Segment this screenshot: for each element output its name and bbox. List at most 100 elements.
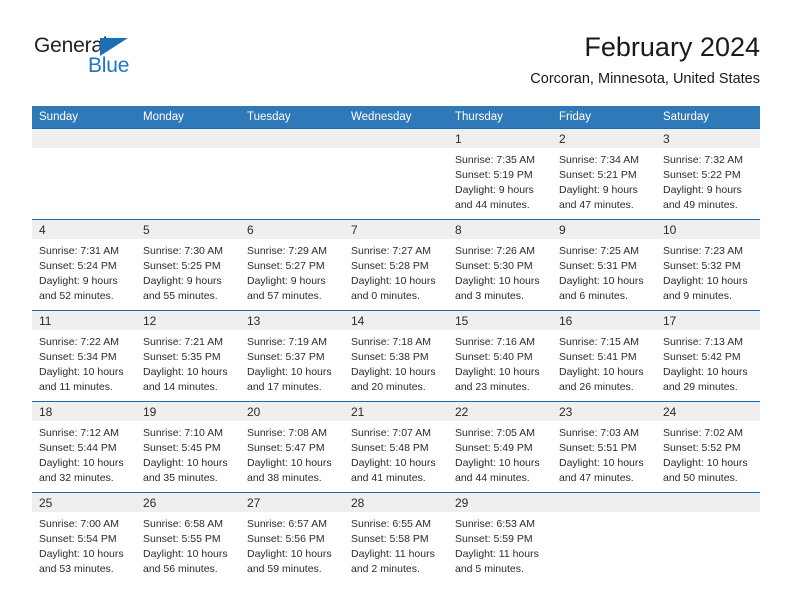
day-info-line: Sunrise: 7:10 AM bbox=[143, 427, 223, 439]
day-info-line: Sunset: 5:31 PM bbox=[559, 260, 637, 272]
day-number: 15 bbox=[448, 311, 552, 330]
day-info-line: Sunrise: 7:05 AM bbox=[455, 427, 535, 439]
calendar-day-cell[interactable]: 16 Sunrise: 7:15 AM Sunset: 5:41 PM Dayligh… bbox=[552, 310, 656, 402]
calendar-day-cell[interactable]: 11 Sunrise: 7:22 AM Sunset: 5:34 PM Dayligh… bbox=[32, 310, 136, 402]
day-info-line: Daylight: 10 hours bbox=[455, 275, 540, 287]
calendar-day-cell[interactable]: 20 Sunrise: 7:08 AM Sunset: 5:47 PM Dayligh… bbox=[240, 401, 344, 493]
calendar-day-cell[interactable]: 27 Sunrise: 6:57 AM Sunset: 5:56 PM Dayligh… bbox=[240, 492, 344, 583]
day-info-line: Sunrise: 6:58 AM bbox=[143, 518, 223, 530]
day-info-line: Daylight: 10 hours bbox=[351, 366, 436, 378]
day-info-line: Sunrise: 6:57 AM bbox=[247, 518, 327, 530]
calendar-day-cell[interactable]: 19 Sunrise: 7:10 AM Sunset: 5:45 PM Dayligh… bbox=[136, 401, 240, 493]
calendar-week-row: 18 Sunrise: 7:12 AM Sunset: 5:44 PM Dayligh… bbox=[32, 401, 760, 493]
calendar-empty-cell bbox=[344, 128, 448, 220]
weekday-header-row: Sunday Monday Tuesday Wednesday Thursday… bbox=[32, 106, 760, 129]
calendar-day-cell[interactable]: 14 Sunrise: 7:18 AM Sunset: 5:38 PM Dayligh… bbox=[344, 310, 448, 402]
day-info-line: Sunrise: 7:16 AM bbox=[455, 336, 535, 348]
day-number: 22 bbox=[448, 402, 552, 421]
calendar-day-cell[interactable]: 25 Sunrise: 7:00 AM Sunset: 5:54 PM Dayligh… bbox=[32, 492, 136, 583]
day-info-line: Daylight: 10 hours bbox=[559, 366, 644, 378]
day-number: 29 bbox=[448, 493, 552, 512]
day-info-line: Sunset: 5:51 PM bbox=[559, 442, 637, 454]
calendar-week-row: 1 Sunrise: 7:35 AM Sunset: 5:19 PM Daylight… bbox=[32, 128, 760, 220]
calendar-day-cell[interactable]: 23 Sunrise: 7:03 AM Sunset: 5:51 PM Dayligh… bbox=[552, 401, 656, 493]
day-info-line: Daylight: 9 hours bbox=[559, 184, 638, 196]
calendar-day-cell[interactable]: 2 Sunrise: 7:34 AM Sunset: 5:21 PM Daylight… bbox=[552, 128, 656, 220]
day-info-line: and 35 minutes. bbox=[143, 472, 218, 484]
calendar-day-cell[interactable]: 12 Sunrise: 7:21 AM Sunset: 5:35 PM Dayligh… bbox=[136, 310, 240, 402]
day-info-line: Sunset: 5:56 PM bbox=[247, 533, 325, 545]
day-cell-inner: 6 Sunrise: 7:29 AM Sunset: 5:27 PM Daylight… bbox=[240, 220, 344, 310]
day-info-line: Sunset: 5:49 PM bbox=[455, 442, 533, 454]
day-number: 25 bbox=[32, 493, 136, 512]
day-info-line: Sunrise: 7:15 AM bbox=[559, 336, 639, 348]
calendar-day-cell[interactable]: 21 Sunrise: 7:07 AM Sunset: 5:48 PM Dayligh… bbox=[344, 401, 448, 493]
day-info-line: Daylight: 10 hours bbox=[455, 366, 540, 378]
calendar-day-cell[interactable]: 13 Sunrise: 7:19 AM Sunset: 5:37 PM Dayligh… bbox=[240, 310, 344, 402]
day-info-line: Sunrise: 7:19 AM bbox=[247, 336, 327, 348]
day-info-line: Sunrise: 7:31 AM bbox=[39, 245, 119, 257]
day-info-line: Sunset: 5:22 PM bbox=[663, 169, 741, 181]
day-number: 21 bbox=[344, 402, 448, 421]
calendar-day-cell[interactable]: 6 Sunrise: 7:29 AM Sunset: 5:27 PM Daylight… bbox=[240, 219, 344, 311]
day-cell-inner: 2 Sunrise: 7:34 AM Sunset: 5:21 PM Daylight… bbox=[552, 129, 656, 219]
day-info-line: and 14 minutes. bbox=[143, 381, 218, 393]
calendar-day-cell[interactable]: 8 Sunrise: 7:26 AM Sunset: 5:30 PM Daylight… bbox=[448, 219, 552, 311]
day-info-line: and 41 minutes. bbox=[351, 472, 426, 484]
calendar-day-cell[interactable]: 10 Sunrise: 7:23 AM Sunset: 5:32 PM Dayligh… bbox=[656, 219, 760, 311]
day-info-line: and 56 minutes. bbox=[143, 563, 218, 575]
day-info-line: Sunrise: 7:29 AM bbox=[247, 245, 327, 257]
day-info-line: and 3 minutes. bbox=[455, 290, 524, 302]
day-info-line: Sunrise: 7:25 AM bbox=[559, 245, 639, 257]
calendar-day-cell[interactable]: 4 Sunrise: 7:31 AM Sunset: 5:24 PM Daylight… bbox=[32, 219, 136, 311]
day-info-line: Daylight: 10 hours bbox=[143, 366, 228, 378]
day-info-line: and 5 minutes. bbox=[455, 563, 524, 575]
day-number: 14 bbox=[344, 311, 448, 330]
calendar-day-cell[interactable]: 28 Sunrise: 6:55 AM Sunset: 5:58 PM Dayligh… bbox=[344, 492, 448, 583]
day-info-line: Sunset: 5:44 PM bbox=[39, 442, 117, 454]
calendar-day-cell[interactable]: 22 Sunrise: 7:05 AM Sunset: 5:49 PM Dayligh… bbox=[448, 401, 552, 493]
calendar-day-cell[interactable]: 17 Sunrise: 7:13 AM Sunset: 5:42 PM Dayligh… bbox=[656, 310, 760, 402]
day-cell-inner bbox=[552, 493, 656, 583]
day-sun-info: Sunrise: 7:23 AM Sunset: 5:32 PM Daylight:… bbox=[656, 239, 760, 304]
day-sun-info: Sunrise: 7:08 AM Sunset: 5:47 PM Daylight:… bbox=[240, 421, 344, 486]
day-info-line: and 17 minutes. bbox=[247, 381, 322, 393]
day-cell-inner: 12 Sunrise: 7:21 AM Sunset: 5:35 PM Dayligh… bbox=[136, 311, 240, 401]
day-cell-inner: 11 Sunrise: 7:22 AM Sunset: 5:34 PM Dayligh… bbox=[32, 311, 136, 401]
day-number: 26 bbox=[136, 493, 240, 512]
day-info-line: Sunset: 5:28 PM bbox=[351, 260, 429, 272]
calendar-day-cell[interactable]: 5 Sunrise: 7:30 AM Sunset: 5:25 PM Daylight… bbox=[136, 219, 240, 311]
day-cell-inner bbox=[32, 129, 136, 219]
calendar-day-cell[interactable]: 24 Sunrise: 7:02 AM Sunset: 5:52 PM Dayligh… bbox=[656, 401, 760, 493]
day-sun-info: Sunrise: 7:00 AM Sunset: 5:54 PM Daylight:… bbox=[32, 512, 136, 577]
day-info-line: and 29 minutes. bbox=[663, 381, 738, 393]
day-number bbox=[344, 129, 448, 148]
page-title: February 2024 bbox=[584, 32, 760, 62]
calendar-day-cell[interactable]: 15 Sunrise: 7:16 AM Sunset: 5:40 PM Dayligh… bbox=[448, 310, 552, 402]
day-info-line: Daylight: 10 hours bbox=[351, 457, 436, 469]
calendar-day-cell[interactable]: 26 Sunrise: 6:58 AM Sunset: 5:55 PM Dayligh… bbox=[136, 492, 240, 583]
day-info-line: Sunset: 5:47 PM bbox=[247, 442, 325, 454]
day-info-line: Sunset: 5:35 PM bbox=[143, 351, 221, 363]
day-sun-info: Sunrise: 7:30 AM Sunset: 5:25 PM Daylight:… bbox=[136, 239, 240, 304]
calendar-empty-cell bbox=[552, 492, 656, 583]
calendar-day-cell[interactable]: 9 Sunrise: 7:25 AM Sunset: 5:31 PM Daylight… bbox=[552, 219, 656, 311]
day-number: 9 bbox=[552, 220, 656, 239]
calendar-day-cell[interactable]: 29 Sunrise: 6:53 AM Sunset: 5:59 PM Dayligh… bbox=[448, 492, 552, 583]
day-info-line: Sunrise: 7:22 AM bbox=[39, 336, 119, 348]
calendar-day-cell[interactable]: 3 Sunrise: 7:32 AM Sunset: 5:22 PM Daylight… bbox=[656, 128, 760, 220]
calendar-day-cell[interactable]: 1 Sunrise: 7:35 AM Sunset: 5:19 PM Daylight… bbox=[448, 128, 552, 220]
day-info-line: Sunset: 5:48 PM bbox=[351, 442, 429, 454]
general-blue-logo[interactable]: General Blue bbox=[32, 34, 212, 86]
calendar-day-cell[interactable]: 7 Sunrise: 7:27 AM Sunset: 5:28 PM Daylight… bbox=[344, 219, 448, 311]
day-number bbox=[552, 493, 656, 512]
day-number: 13 bbox=[240, 311, 344, 330]
calendar-day-cell[interactable]: 18 Sunrise: 7:12 AM Sunset: 5:44 PM Dayligh… bbox=[32, 401, 136, 493]
day-info-line: Sunset: 5:30 PM bbox=[455, 260, 533, 272]
day-info-line: Daylight: 9 hours bbox=[455, 184, 534, 196]
day-cell-inner: 14 Sunrise: 7:18 AM Sunset: 5:38 PM Dayligh… bbox=[344, 311, 448, 401]
day-number: 17 bbox=[656, 311, 760, 330]
day-sun-info: Sunrise: 6:53 AM Sunset: 5:59 PM Daylight:… bbox=[448, 512, 552, 577]
day-info-line: Sunrise: 7:26 AM bbox=[455, 245, 535, 257]
day-info-line: and 6 minutes. bbox=[559, 290, 628, 302]
